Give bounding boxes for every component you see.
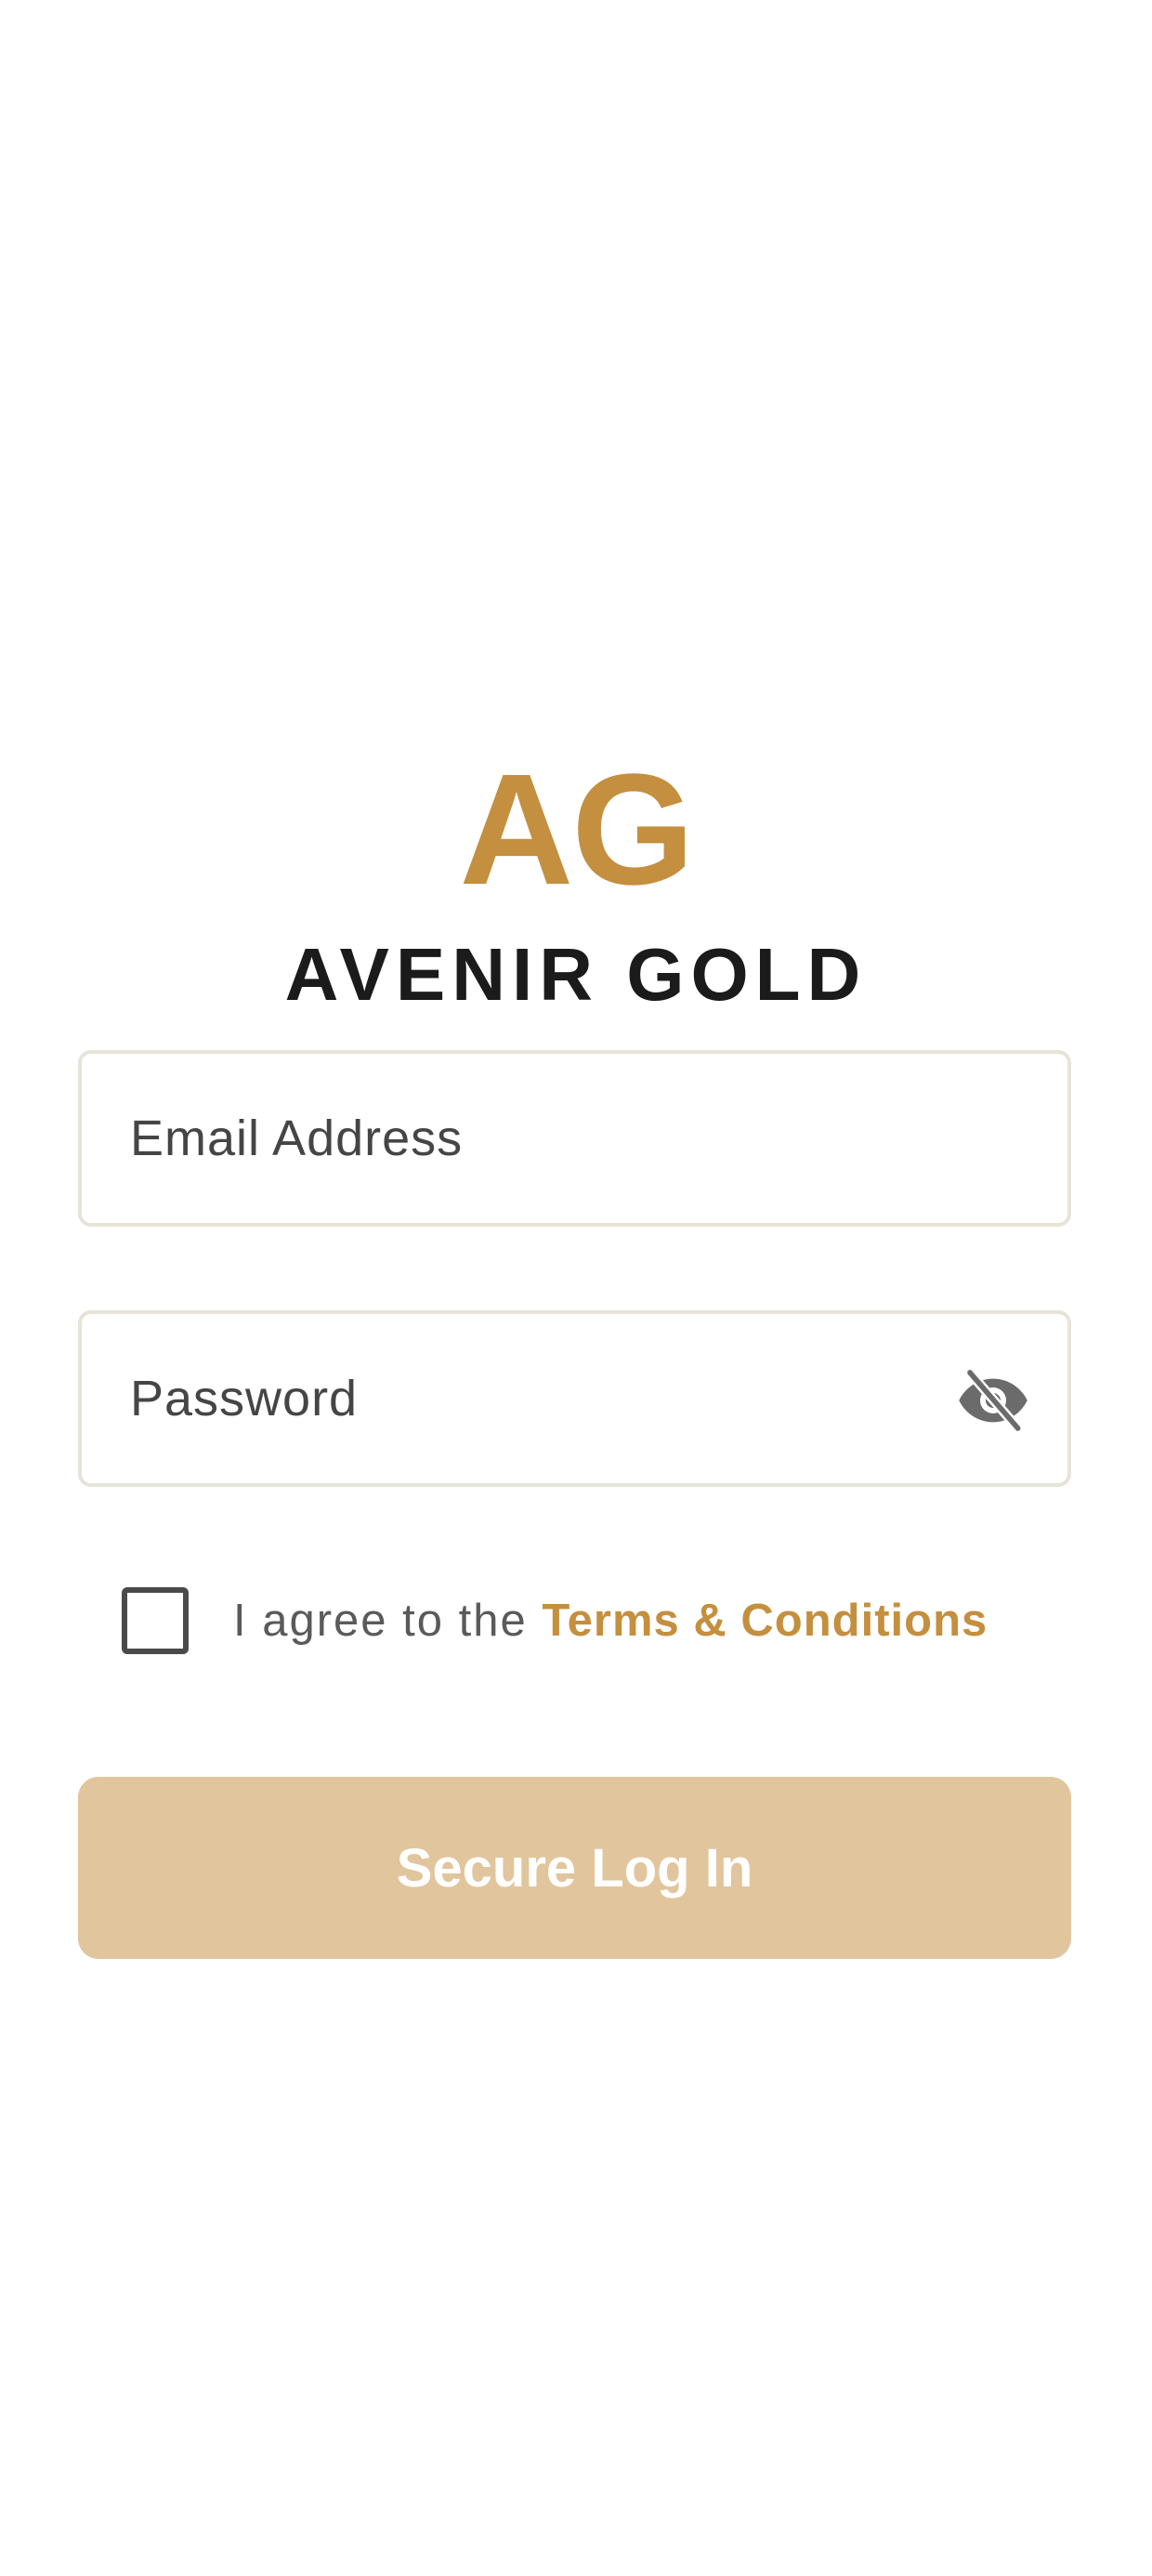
- email-field: [78, 1050, 1071, 1227]
- terms-agreement-text: I agree to the Terms & Conditions: [233, 1585, 988, 1656]
- email-input[interactable]: [130, 1054, 966, 1223]
- secure-login-button[interactable]: Secure Log In: [78, 1777, 1071, 1959]
- terms-checkbox[interactable]: [122, 1587, 189, 1654]
- terms-conditions-link[interactable]: Terms & Conditions: [542, 1596, 988, 1646]
- brand-logo-mark: AG: [459, 742, 695, 918]
- terms-agreement-row: I agree to the Terms & Conditions: [122, 1585, 1051, 1656]
- brand-name: AVENIR GOLD: [284, 933, 868, 1016]
- password-input[interactable]: [130, 1314, 966, 1483]
- terms-agreement-prefix: I agree to the: [233, 1596, 543, 1646]
- eye-off-icon[interactable]: [956, 1368, 1030, 1433]
- password-field: [78, 1310, 1071, 1487]
